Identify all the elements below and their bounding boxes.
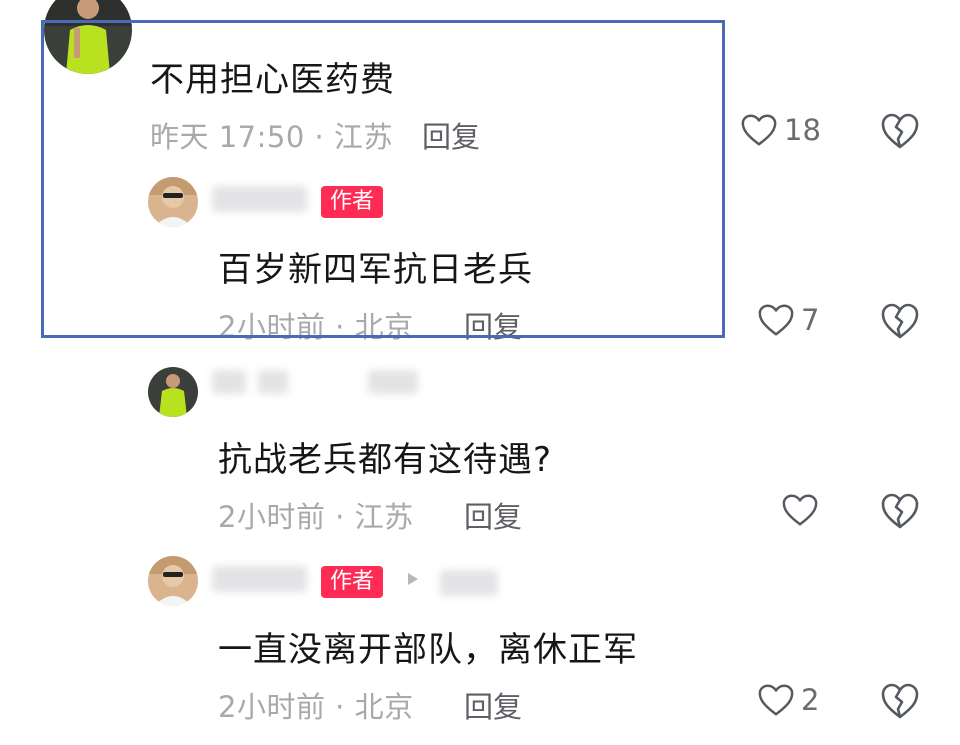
comment-meta: 2小时前 · 北京 [218, 310, 414, 344]
avatar[interactable] [148, 367, 198, 417]
like-button[interactable]: 7 [757, 302, 819, 338]
username-redacted [368, 370, 418, 394]
heart-outline-icon [758, 304, 794, 336]
avatar-image [148, 367, 198, 417]
avatar-image [148, 556, 198, 606]
dislike-button[interactable] [880, 302, 920, 340]
username-redacted [212, 186, 307, 212]
reply-button[interactable]: 回复 [422, 114, 480, 156]
like-count: 7 [801, 303, 820, 337]
comment-text: 百岁新四军抗日老兵 [218, 250, 533, 290]
broken-heart-icon [881, 113, 919, 149]
play-triangle-icon [408, 573, 418, 585]
dislike-button[interactable] [880, 492, 920, 530]
author-avatar[interactable] [148, 177, 198, 227]
avatar-image [44, 0, 132, 74]
like-button[interactable] [781, 492, 825, 528]
like-count: 2 [801, 683, 820, 717]
comment-meta: 2小时前 · 江苏 [218, 500, 414, 534]
broken-heart-icon [881, 303, 919, 339]
author-badge: 作者 [321, 566, 384, 598]
avatar[interactable] [44, 0, 132, 74]
comment-thread: 不用担心医药费 昨天 17:50 · 江苏 回复 18 作者 百岁新四军抗日老兵… [0, 0, 960, 745]
broken-heart-icon [881, 683, 919, 719]
username-redacted [212, 370, 246, 394]
like-count: 18 [784, 113, 821, 147]
dislike-button[interactable] [880, 682, 920, 720]
username-redacted [258, 370, 288, 394]
author-avatar[interactable] [148, 556, 198, 606]
reply-button[interactable]: 回复 [464, 494, 522, 536]
like-button[interactable]: 18 [740, 112, 821, 148]
comment-text: 不用担心医药费 [150, 60, 395, 100]
reply-button[interactable]: 回复 [464, 304, 522, 346]
broken-heart-icon [881, 493, 919, 529]
heart-outline-icon [758, 684, 794, 716]
comment-meta: 2小时前 · 北京 [218, 690, 414, 724]
avatar-image [148, 177, 198, 227]
comment-text: 抗战老兵都有这待遇? [218, 440, 553, 480]
heart-outline-icon [782, 494, 818, 526]
like-button[interactable]: 2 [757, 682, 819, 718]
reply-button[interactable]: 回复 [464, 684, 522, 726]
heart-outline-icon [741, 114, 777, 146]
username-redacted [212, 566, 307, 592]
comment-text: 一直没离开部队，离休正军 [218, 630, 638, 670]
dislike-button[interactable] [880, 112, 920, 150]
author-badge: 作者 [321, 186, 384, 218]
username-redacted [440, 570, 498, 596]
comment-meta: 昨天 17:50 · 江苏 [150, 120, 393, 154]
